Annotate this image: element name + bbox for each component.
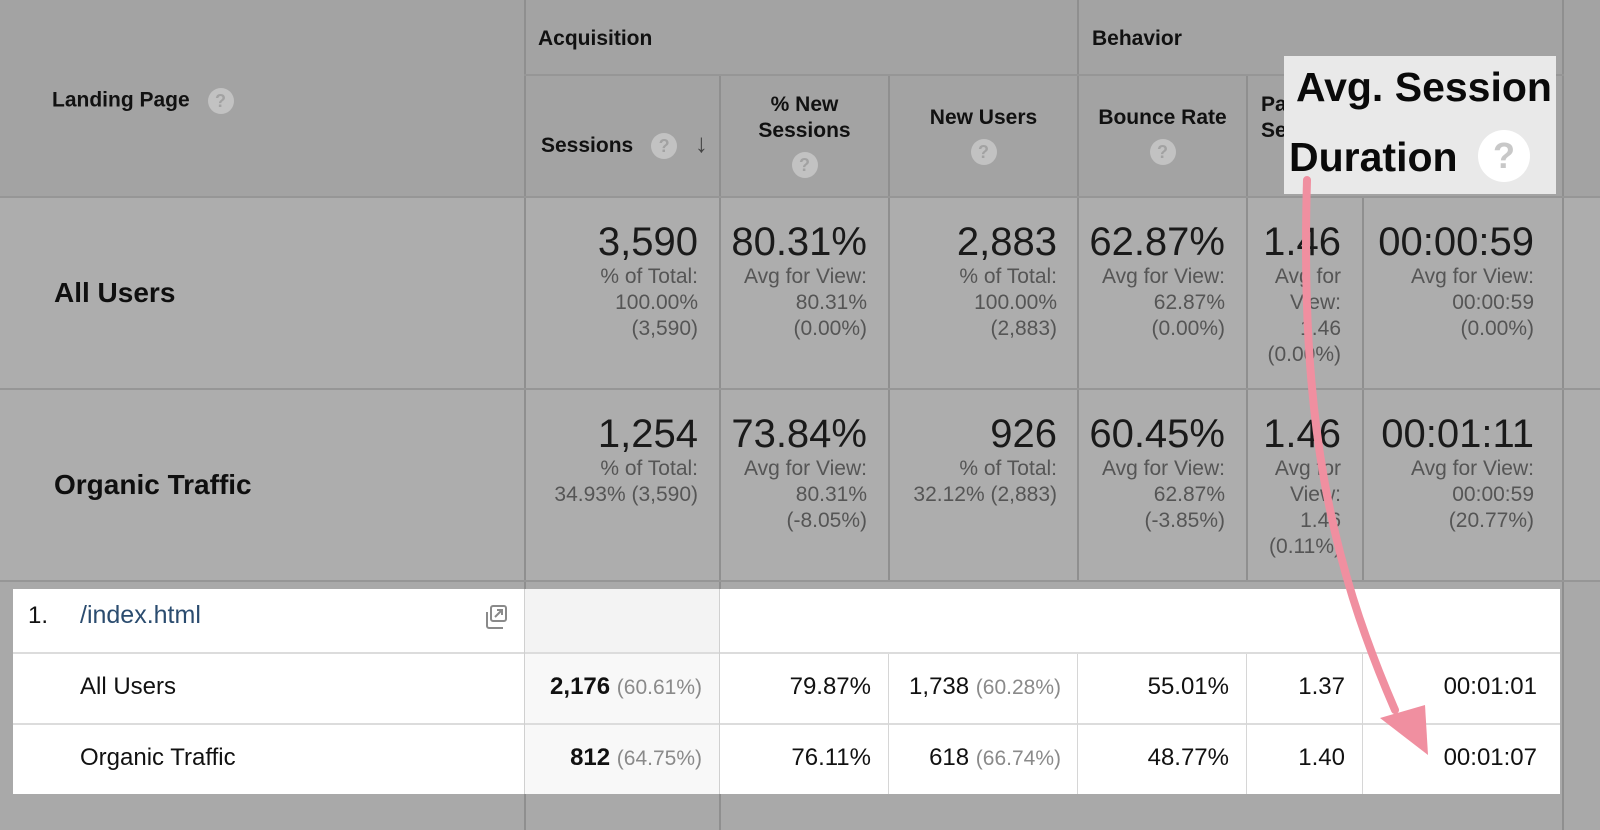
annotation-arrow [1302, 176, 1428, 755]
arrow-shaft [1302, 176, 1399, 714]
arrow-head [1380, 705, 1428, 755]
